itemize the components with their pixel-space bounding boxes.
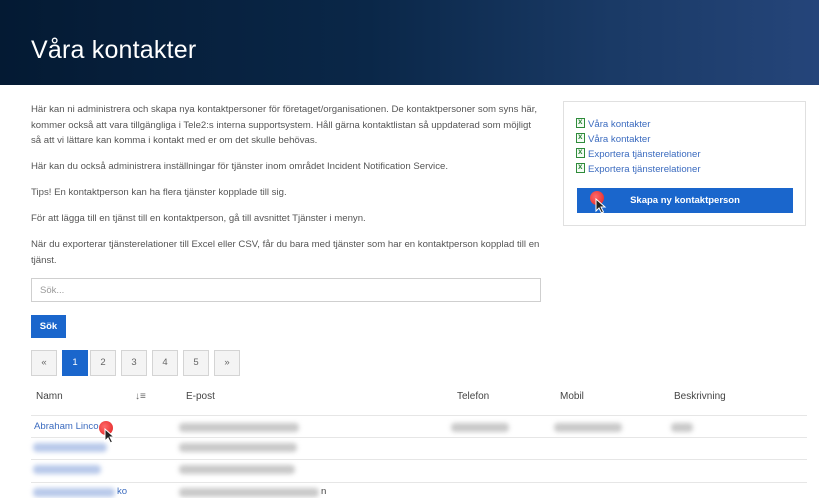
contact-name-link[interactable]: ko xyxy=(117,486,127,497)
redacted-name xyxy=(33,488,115,497)
page-header: Våra kontakter xyxy=(0,0,819,85)
contact-email: n xyxy=(321,486,327,497)
redacted-name xyxy=(33,465,101,474)
page-title: Våra kontakter xyxy=(31,36,197,64)
sidebar-link-export-relations[interactable]: Exportera tjänsterelationer xyxy=(576,146,701,161)
sidebar-link-contacts[interactable]: Våra kontakter xyxy=(576,116,651,131)
pagination-prev[interactable]: « xyxy=(31,350,57,376)
redacted-description xyxy=(671,423,693,432)
intro-paragraph: Tips! En kontaktperson kan ha flera tjän… xyxy=(31,187,287,198)
create-contact-button[interactable]: Skapa ny kontaktperson xyxy=(577,188,793,213)
redacted-phone xyxy=(451,423,509,432)
intro-text: Här kan ni administrera och skapa nya ko… xyxy=(31,102,541,279)
column-header-mobile[interactable]: Mobil xyxy=(560,391,584,402)
column-header-name[interactable]: Namn xyxy=(36,391,63,402)
intro-paragraph: När du exporterar tjänsterelationer till… xyxy=(31,239,540,266)
intro-paragraph: Här kan du också administrera inställnin… xyxy=(31,161,448,172)
row-divider xyxy=(31,437,807,438)
redacted-name xyxy=(33,443,107,452)
column-header-description[interactable]: Beskrivning xyxy=(674,391,726,402)
pagination-next[interactable]: » xyxy=(214,350,240,376)
row-divider xyxy=(31,482,807,483)
pagination-page-2[interactable]: 2 xyxy=(90,350,116,376)
row-divider xyxy=(31,415,807,416)
excel-file-icon xyxy=(576,146,585,158)
excel-file-icon xyxy=(576,131,585,143)
contact-name-link[interactable]: Abraham Linco xyxy=(34,421,99,432)
intro-paragraph: Här kan ni administrera och skapa nya ko… xyxy=(31,104,538,146)
sidebar-link-contacts-csv[interactable]: Våra kontakter xyxy=(576,131,651,146)
sidebar-link-label: Exportera tjänsterelationer xyxy=(588,164,701,175)
redacted-email xyxy=(179,443,297,452)
sidebar-link-label: Våra kontakter xyxy=(588,119,651,130)
sidebar-link-export-relations-csv[interactable]: Exportera tjänsterelationer xyxy=(576,161,701,176)
sort-alpha-icon[interactable]: ↓≡ xyxy=(135,391,146,402)
pagination-page-3[interactable]: 3 xyxy=(121,350,147,376)
excel-file-icon xyxy=(576,161,585,173)
redacted-email xyxy=(179,488,319,497)
pagination-page-1[interactable]: 1 xyxy=(62,350,88,376)
sidebar-link-label: Exportera tjänsterelationer xyxy=(588,149,701,160)
sidebar-link-label: Våra kontakter xyxy=(588,134,651,145)
pagination-page-4[interactable]: 4 xyxy=(152,350,178,376)
redacted-email xyxy=(179,465,295,474)
column-header-email[interactable]: E-post xyxy=(186,391,215,402)
column-header-phone[interactable]: Telefon xyxy=(457,391,489,402)
intro-paragraph: För att lägga till en tjänst till en kon… xyxy=(31,213,366,224)
search-input[interactable] xyxy=(31,278,541,302)
redacted-mobile xyxy=(554,423,622,432)
excel-file-icon xyxy=(576,116,585,128)
search-button[interactable]: Sök xyxy=(31,315,66,338)
row-divider xyxy=(31,459,807,460)
redacted-email xyxy=(179,423,299,432)
pagination-page-5[interactable]: 5 xyxy=(183,350,209,376)
